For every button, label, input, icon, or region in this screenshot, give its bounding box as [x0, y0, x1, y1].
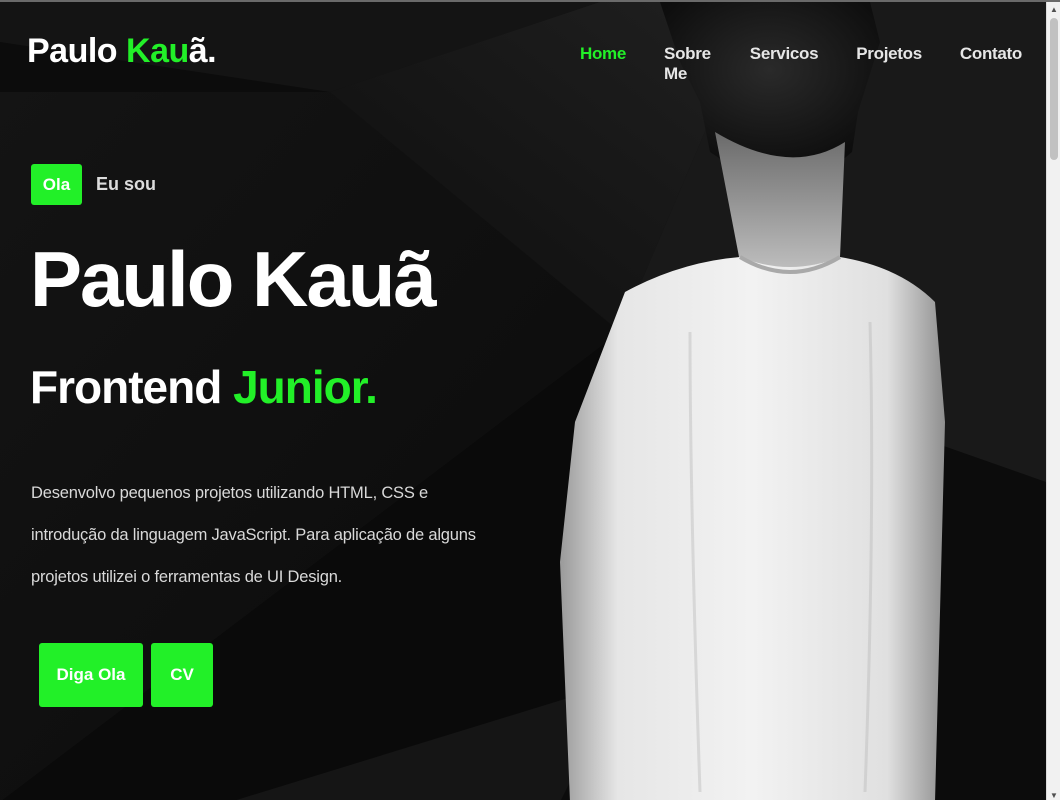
logo-text-tail: ã. — [188, 32, 217, 70]
nav-link-servicos[interactable]: Servicos — [750, 44, 819, 84]
scrollbar-thumb[interactable] — [1050, 18, 1058, 160]
arrow-up-icon[interactable]: ▲ — [1047, 2, 1060, 16]
logo-text-accent: Kau — [126, 32, 189, 70]
nav-link-contato[interactable]: Contato — [960, 44, 1022, 84]
logo-text-main: Paulo — [27, 32, 127, 70]
role-text-main: Frontend — [30, 361, 234, 413]
hero-name: Paulo Kauã — [30, 235, 437, 323]
nav-link-projetos[interactable]: Projetos — [856, 44, 922, 84]
profile-photo — [560, 2, 945, 800]
intro-text: Eu sou — [96, 174, 157, 194]
arrow-down-icon[interactable]: ▼ — [1047, 788, 1060, 800]
say-hello-button[interactable]: Diga Ola — [39, 643, 143, 707]
page: Paulo Kauã. Home Sobre Me Servicos Proje… — [0, 0, 1060, 800]
vertical-scrollbar[interactable]: ▲ ▼ — [1046, 2, 1060, 800]
cv-button[interactable]: CV — [151, 643, 213, 707]
hello-badge: Ola — [31, 164, 82, 205]
site-logo[interactable]: Paulo Kauã. — [27, 32, 217, 71]
role-text-accent: Junior. — [233, 361, 378, 413]
main-nav: Home Sobre Me Servicos Projetos Contato — [580, 44, 1060, 84]
nav-link-sobre-me[interactable]: Sobre Me — [664, 44, 712, 84]
nav-link-home[interactable]: Home — [580, 44, 626, 84]
hero-description: Desenvolvo pequenos projetos utilizando … — [31, 484, 476, 586]
hero-role: Frontend Junior. — [30, 361, 378, 413]
